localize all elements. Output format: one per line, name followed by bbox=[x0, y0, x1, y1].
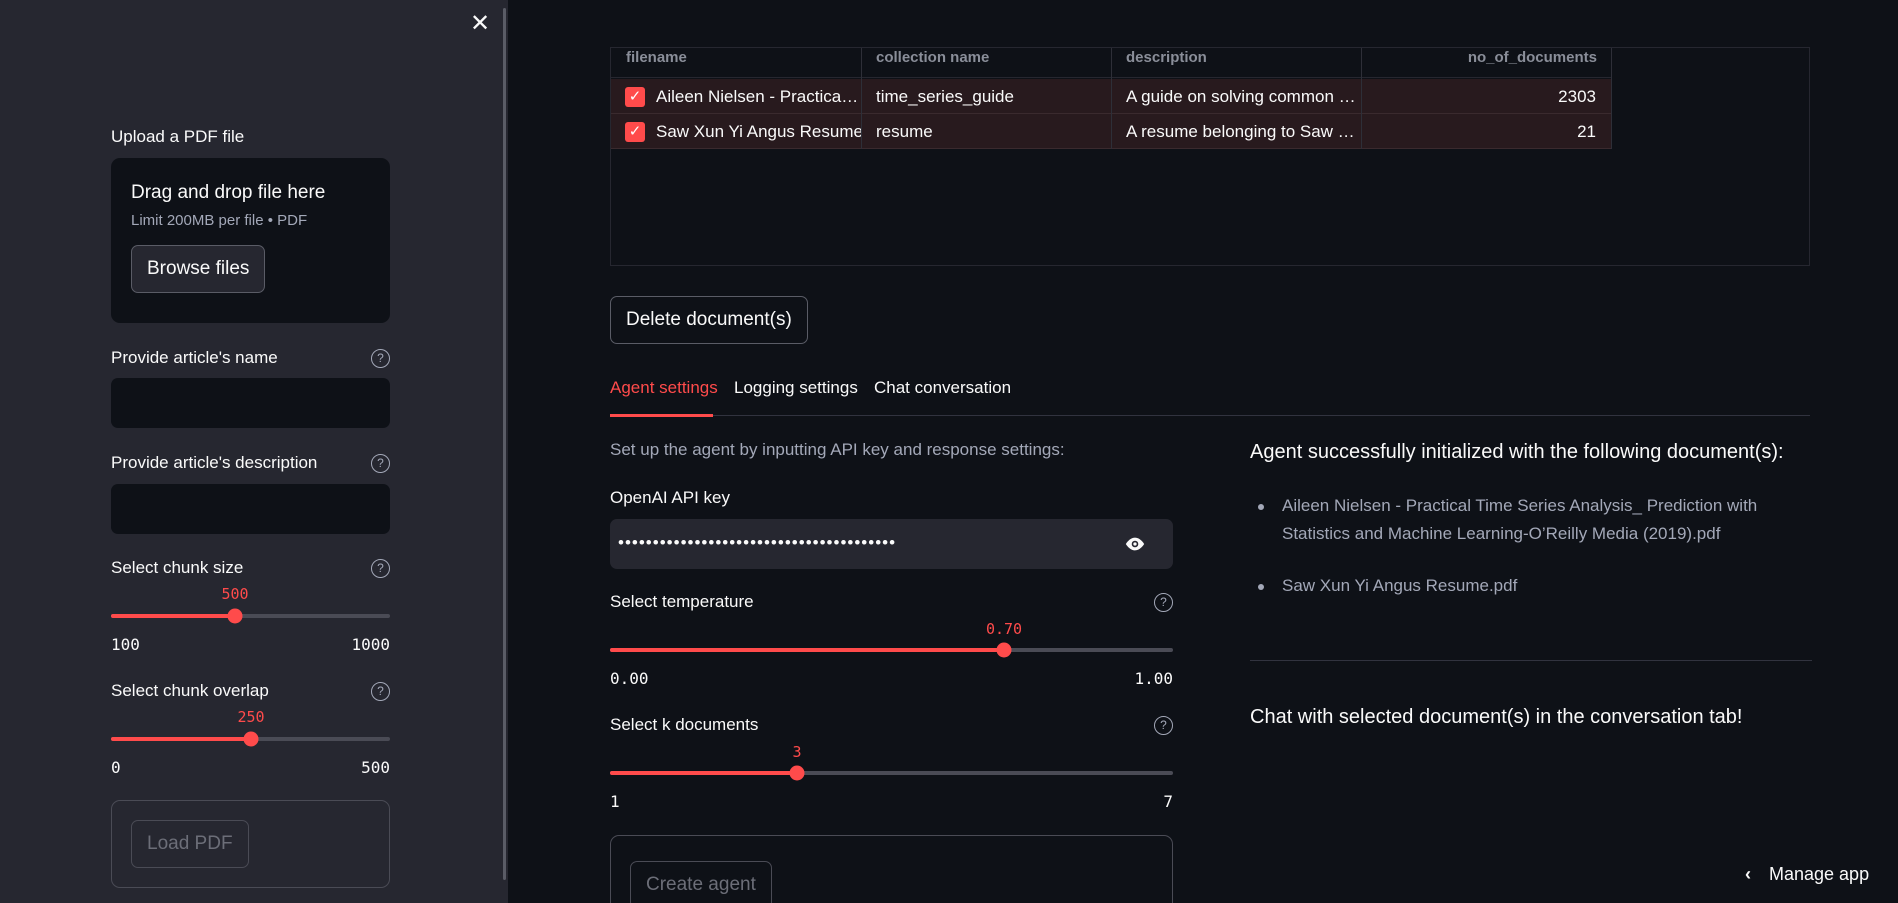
slider-fill bbox=[111, 737, 251, 741]
k-documents-label-row: Select k documents ? bbox=[610, 715, 1173, 739]
slider-min: 1 bbox=[610, 792, 620, 811]
slider-fill bbox=[111, 614, 235, 618]
sidebar-resize-handle[interactable] bbox=[503, 8, 506, 880]
eye-icon[interactable] bbox=[1123, 533, 1147, 555]
slider-max: 7 bbox=[1163, 792, 1173, 811]
help-icon[interactable]: ? bbox=[371, 349, 390, 368]
column-header-filename[interactable]: filename bbox=[626, 48, 687, 78]
load-pdf-button[interactable]: Load PDF bbox=[131, 820, 249, 868]
slider-value: 250 bbox=[237, 708, 265, 726]
slider-value: 3 bbox=[792, 743, 802, 761]
article-desc-input[interactable] bbox=[111, 484, 390, 534]
slider-thumb[interactable] bbox=[996, 642, 1012, 658]
cell-filename: Saw Xun Yi Angus Resume bbox=[656, 122, 861, 141]
section-divider bbox=[1250, 660, 1812, 661]
column-header-description[interactable]: description bbox=[1126, 48, 1207, 78]
slider-value: 500 bbox=[221, 585, 249, 603]
documents-table[interactable]: filename collection name description no_… bbox=[610, 47, 1810, 266]
k-documents-slider[interactable]: 3 1 7 bbox=[610, 743, 1173, 813]
upload-label: Upload a PDF file bbox=[111, 127, 245, 146]
temperature-slider[interactable]: 0.70 0.00 1.00 bbox=[610, 620, 1173, 690]
slider-min: 0 bbox=[111, 758, 121, 777]
cell-count: 21 bbox=[1577, 122, 1596, 141]
temperature-label-row: Select temperature ? bbox=[610, 592, 1173, 616]
cell-collection: resume bbox=[876, 122, 933, 141]
slider-min: 0.00 bbox=[610, 669, 649, 688]
load-pdf-form: Load PDF bbox=[111, 800, 390, 888]
article-name-input[interactable] bbox=[111, 378, 390, 428]
slider-max: 500 bbox=[361, 758, 390, 777]
slider-thumb[interactable] bbox=[227, 608, 243, 624]
column-separator bbox=[1361, 48, 1362, 149]
delete-documents-button[interactable]: Delete document(s) bbox=[610, 296, 808, 344]
list-item: Saw Xun Yi Angus Resume.pdf bbox=[1250, 572, 1810, 600]
column-header-collection[interactable]: collection name bbox=[876, 48, 989, 78]
dropzone-limit: Limit 200MB per file • PDF bbox=[131, 212, 308, 229]
column-separator bbox=[1111, 48, 1112, 149]
agent-status-heading: Agent successfully initialized with the … bbox=[1250, 441, 1784, 463]
chat-hint-text: Chat with selected document(s) in the co… bbox=[1250, 706, 1743, 728]
tab-agent-settings[interactable]: Agent settings bbox=[610, 378, 718, 398]
chunk-overlap-slider[interactable]: 250 0 500 bbox=[111, 708, 390, 778]
column-header-count[interactable]: no_of_documents bbox=[1468, 48, 1597, 78]
browse-files-button[interactable]: Browse files bbox=[131, 245, 266, 293]
cell-description: A resume belonging to Saw … bbox=[1126, 122, 1355, 141]
column-separator bbox=[861, 48, 862, 149]
help-icon[interactable]: ? bbox=[1154, 716, 1173, 735]
file-dropzone[interactable]: Drag and drop file here Limit 200MB per … bbox=[111, 158, 390, 323]
column-separator bbox=[1611, 48, 1612, 149]
main-content: filename collection name description no_… bbox=[508, 0, 1898, 903]
slider-fill bbox=[610, 648, 1004, 652]
list-item: Aileen Nielsen - Practical Time Series A… bbox=[1250, 492, 1810, 548]
article-name-label-row: Provide article's name ? bbox=[111, 348, 390, 372]
chunk-overlap-label: Select chunk overlap bbox=[111, 681, 269, 700]
chevron-left-icon: ‹ bbox=[1745, 864, 1751, 884]
cell-filename: Aileen Nielsen - Practica… bbox=[656, 87, 859, 106]
help-icon[interactable]: ? bbox=[371, 454, 390, 473]
chunk-size-label-row: Select chunk size ? bbox=[111, 558, 390, 582]
tab-logging-settings[interactable]: Logging settings bbox=[734, 378, 858, 398]
manage-app-label: Manage app bbox=[1769, 864, 1870, 884]
article-desc-label-row: Provide article's description ? bbox=[111, 453, 390, 477]
help-icon[interactable]: ? bbox=[1154, 593, 1173, 612]
api-key-input[interactable]: •••••••••••••••••••••••••••••••••••••••• bbox=[610, 519, 1173, 569]
initialized-documents-list: Aileen Nielsen - Practical Time Series A… bbox=[1250, 492, 1810, 624]
cell-description: A guide on solving common … bbox=[1126, 87, 1356, 106]
chunk-size-label: Select chunk size bbox=[111, 558, 244, 577]
slider-max: 1.00 bbox=[1134, 669, 1173, 688]
slider-thumb[interactable] bbox=[243, 731, 259, 747]
slider-fill bbox=[610, 771, 797, 775]
cell-count: 2303 bbox=[1558, 87, 1596, 106]
manage-app-button[interactable]: ‹ Manage app bbox=[1745, 864, 1869, 885]
k-documents-label: Select k documents bbox=[610, 715, 759, 734]
slider-min: 100 bbox=[111, 635, 140, 654]
dropzone-title: Drag and drop file here bbox=[131, 182, 326, 203]
slider-max: 1000 bbox=[351, 635, 390, 654]
create-agent-button[interactable]: Create agent bbox=[630, 861, 772, 903]
close-icon[interactable]: ✕ bbox=[468, 12, 492, 36]
help-icon[interactable]: ? bbox=[371, 559, 390, 578]
chunk-overlap-label-row: Select chunk overlap ? bbox=[111, 681, 390, 705]
create-agent-form: Create agent bbox=[610, 835, 1173, 903]
tab-bar: Agent settings Logging settings Chat con… bbox=[610, 374, 1810, 417]
sidebar: ✕ Upload a PDF file Drag and drop file h… bbox=[0, 0, 508, 903]
agent-intro-text: Set up the agent by inputting API key an… bbox=[610, 440, 1065, 459]
slider-value: 0.70 bbox=[985, 620, 1023, 638]
article-desc-label: Provide article's description bbox=[111, 453, 318, 472]
chunk-size-slider[interactable]: 500 100 1000 bbox=[111, 585, 390, 655]
temperature-label: Select temperature bbox=[610, 592, 754, 611]
api-key-masked-value: •••••••••••••••••••••••••••••••••••••••• bbox=[618, 533, 897, 552]
help-icon[interactable]: ? bbox=[371, 682, 390, 701]
tab-chat-conversation[interactable]: Chat conversation bbox=[874, 378, 1011, 398]
slider-thumb[interactable] bbox=[789, 765, 805, 781]
cell-collection: time_series_guide bbox=[876, 87, 1014, 106]
article-name-label: Provide article's name bbox=[111, 348, 278, 367]
active-tab-indicator bbox=[610, 414, 713, 417]
api-key-label: OpenAI API key bbox=[610, 488, 731, 507]
